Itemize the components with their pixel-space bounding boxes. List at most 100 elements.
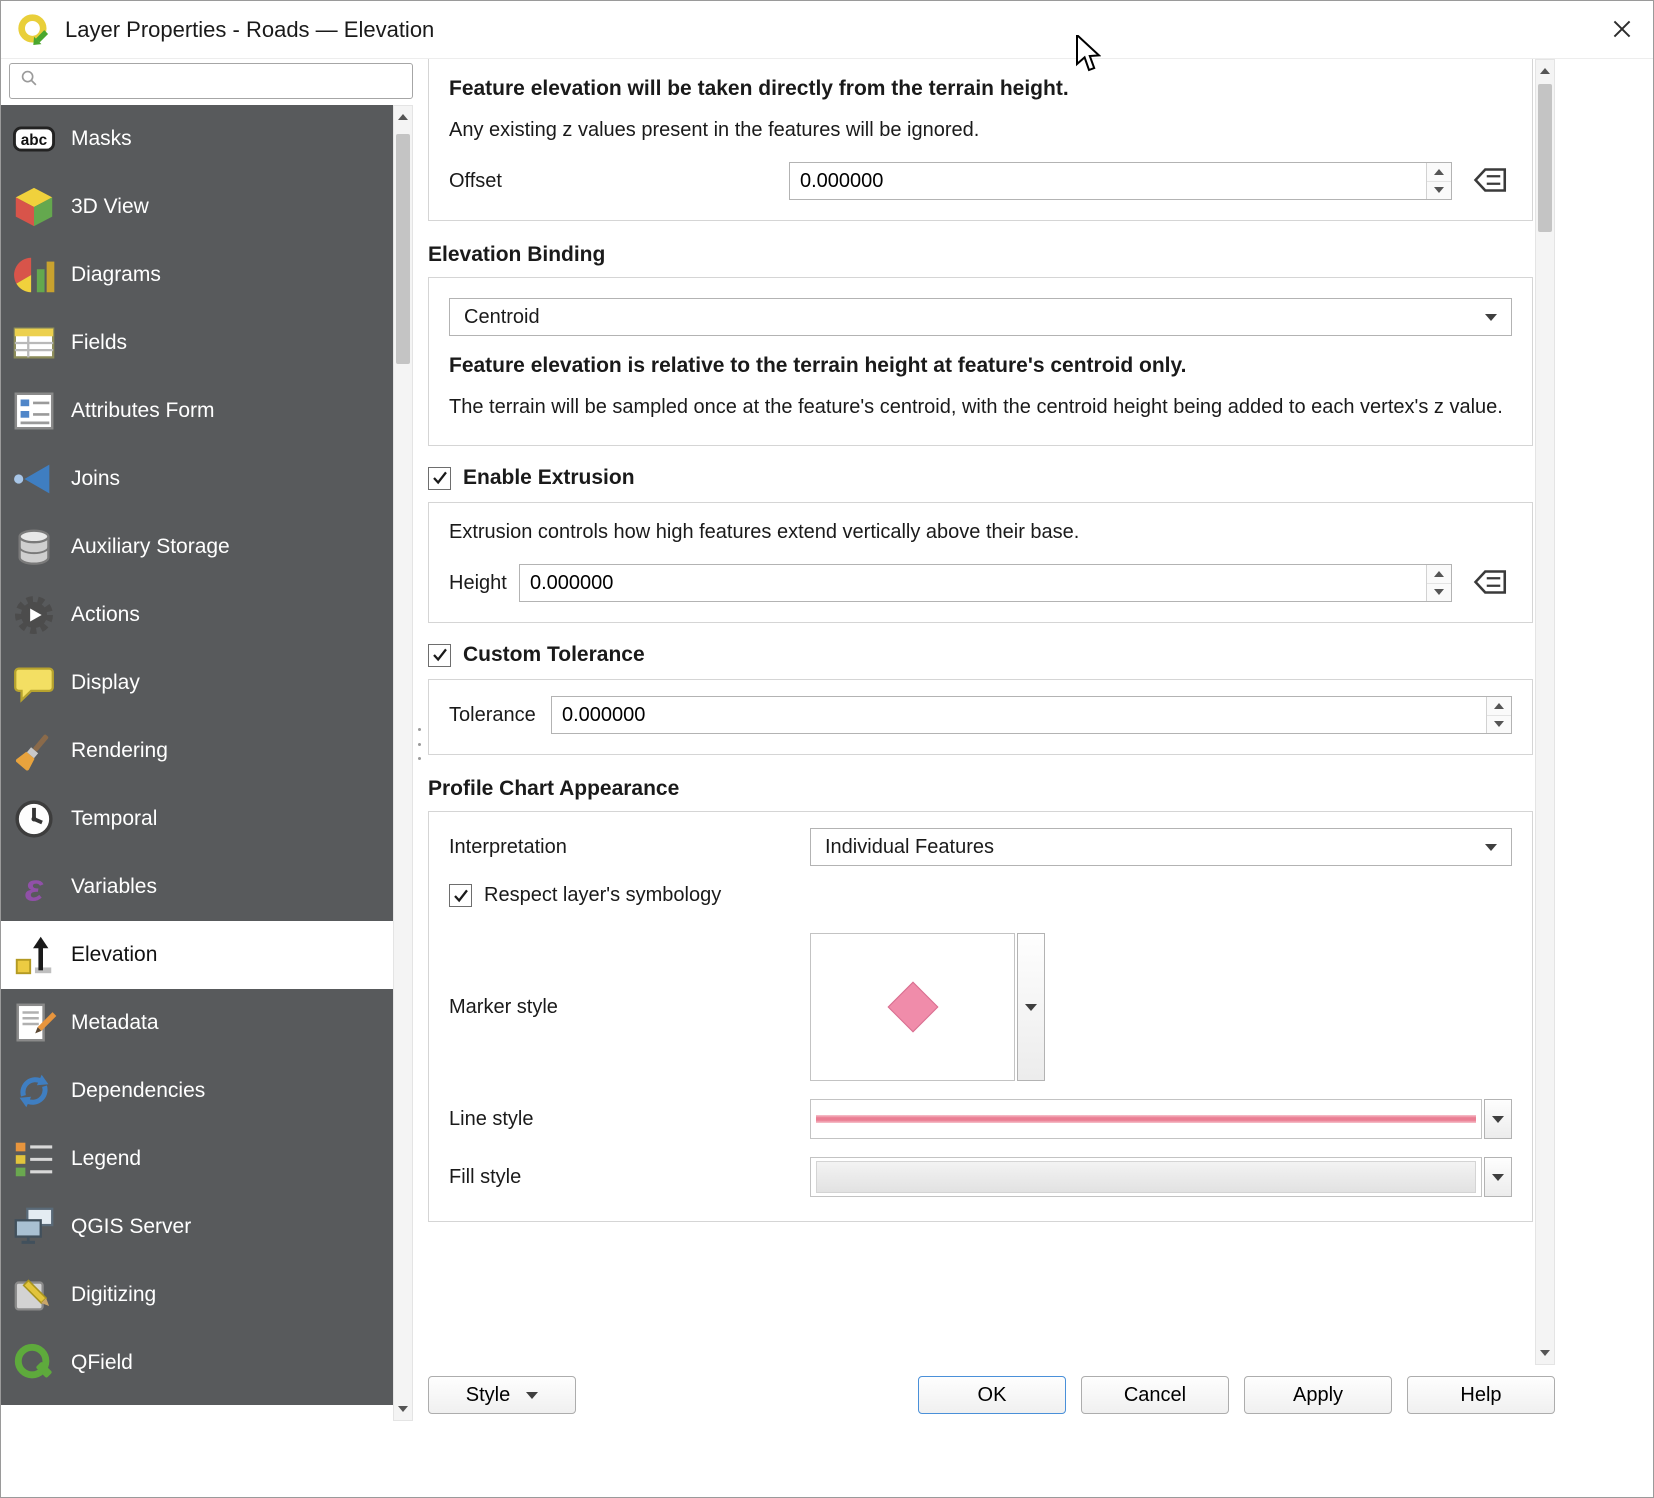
sidebar-item-label: Display xyxy=(71,671,140,695)
line-style-row: Line style xyxy=(449,1099,1512,1139)
sidebar-item-qfield[interactable]: QField xyxy=(1,1329,393,1397)
marker-style-label: Marker style xyxy=(449,996,810,1019)
sidebar-item-label: QGIS Server xyxy=(71,1215,191,1239)
style-menu-button[interactable]: Style xyxy=(428,1376,576,1414)
spin-down-button[interactable] xyxy=(1487,716,1511,734)
sidebar-item-label: Actions xyxy=(71,603,140,627)
height-input[interactable] xyxy=(520,565,1426,601)
content-scrollbar[interactable] xyxy=(1535,59,1555,1365)
offset-input[interactable] xyxy=(790,163,1426,199)
elevation-binding-group: Centroid Feature elevation is relative t… xyxy=(428,277,1533,446)
apply-button-label: Apply xyxy=(1293,1384,1343,1407)
enable-extrusion-checkbox[interactable] xyxy=(428,467,451,490)
titlebar: Layer Properties - Roads — Elevation xyxy=(1,1,1653,59)
offset-override-button[interactable] xyxy=(1466,162,1512,200)
offset-spin-buttons xyxy=(1426,163,1451,199)
interpretation-row: Interpretation Individual Features xyxy=(449,828,1512,866)
sidebar-item-dependencies[interactable]: Dependencies xyxy=(1,1057,393,1125)
line-style-preview[interactable] xyxy=(810,1099,1482,1139)
ok-button-label: OK xyxy=(978,1384,1007,1407)
apply-button[interactable]: Apply xyxy=(1244,1376,1392,1414)
search-input[interactable] xyxy=(40,69,412,94)
sidebar-item-variables[interactable]: ε Variables xyxy=(1,853,393,921)
sidebar-item-display[interactable]: Display xyxy=(1,649,393,717)
offset-row: Offset xyxy=(449,162,1512,200)
window-title: Layer Properties - Roads — Elevation xyxy=(65,17,434,43)
sidebar-scrollbar[interactable] xyxy=(393,105,413,1421)
cancel-button[interactable]: Cancel xyxy=(1081,1376,1229,1414)
sidebar-item-digitizing[interactable]: Digitizing xyxy=(1,1261,393,1329)
spin-down-button[interactable] xyxy=(1427,584,1451,602)
offset-label: Offset xyxy=(449,170,789,193)
tolerance-row: Tolerance xyxy=(449,696,1512,734)
height-override-button[interactable] xyxy=(1466,564,1512,602)
sidebar-item-masks[interactable]: abc Masks xyxy=(1,105,393,173)
scrollbar-thumb[interactable] xyxy=(1538,84,1552,232)
marker-style-preview[interactable] xyxy=(810,933,1015,1081)
scrollbar-thumb[interactable] xyxy=(396,134,410,364)
respect-symbology-checkbox[interactable] xyxy=(449,884,472,907)
spin-up-button[interactable] xyxy=(1427,565,1451,584)
qfield-icon xyxy=(11,1340,57,1386)
sidebar-item-fields[interactable]: Fields xyxy=(1,309,393,377)
sidebar-item-auxiliary-storage[interactable]: Auxiliary Storage xyxy=(1,513,393,581)
height-label: Height xyxy=(449,572,519,595)
extrusion-group: Extrusion controls how high features ext… xyxy=(428,502,1533,623)
terrain-height-group: Feature elevation will be taken directly… xyxy=(428,59,1533,221)
marker-style-dropdown-button[interactable] xyxy=(1017,933,1045,1081)
spin-up-button[interactable] xyxy=(1487,697,1511,716)
sidebar-item-elevation[interactable]: Elevation xyxy=(1,921,393,989)
help-button[interactable]: Help xyxy=(1407,1376,1555,1414)
chevron-down-icon xyxy=(1485,314,1497,321)
svg-text:abc: abc xyxy=(21,132,48,149)
sidebar-item-joins[interactable]: Joins xyxy=(1,445,393,513)
qgis-logo-icon xyxy=(15,11,53,49)
combobox-value: Individual Features xyxy=(825,836,1485,859)
height-spinbox xyxy=(519,564,1452,602)
sidebar-item-label: Variables xyxy=(71,875,157,899)
custom-tolerance-checkbox[interactable] xyxy=(428,644,451,667)
scroll-up-arrow[interactable] xyxy=(394,106,412,128)
close-button[interactable] xyxy=(1603,11,1641,49)
style-button-label: Style xyxy=(466,1384,510,1407)
custom-tolerance-row: Custom Tolerance xyxy=(428,643,1533,667)
sidebar-item-temporal[interactable]: Temporal xyxy=(1,785,393,853)
line-style-dropdown-button[interactable] xyxy=(1484,1099,1512,1139)
height-row: Height xyxy=(449,564,1512,602)
metadata-icon xyxy=(11,1000,57,1046)
sidebar-item-legend[interactable]: Legend xyxy=(1,1125,393,1193)
scroll-down-arrow[interactable] xyxy=(394,1398,412,1420)
sidebar-item-attributes-form[interactable]: Attributes Form xyxy=(1,377,393,445)
sidebar-item-3d-view[interactable]: 3D View xyxy=(1,173,393,241)
elevation-binding-combobox[interactable]: Centroid xyxy=(449,298,1512,336)
fields-icon xyxy=(11,320,57,366)
fill-style-dropdown-button[interactable] xyxy=(1484,1157,1512,1197)
tolerance-input[interactable] xyxy=(552,697,1486,733)
actions-icon xyxy=(11,592,57,638)
sidebar-item-rendering[interactable]: Rendering xyxy=(1,717,393,785)
interpretation-combobox[interactable]: Individual Features xyxy=(810,828,1512,866)
legend-icon xyxy=(11,1136,57,1182)
fill-style-preview[interactable] xyxy=(810,1157,1482,1197)
spin-down-button[interactable] xyxy=(1427,182,1451,200)
layer-properties-dialog: Layer Properties - Roads — Elevation xyxy=(0,0,1654,1498)
scroll-up-arrow[interactable] xyxy=(1536,60,1554,82)
profile-chart-title: Profile Chart Appearance xyxy=(428,777,1533,801)
spin-up-button[interactable] xyxy=(1427,163,1451,182)
sidebar: abc Masks 3D View xyxy=(1,105,393,1405)
tolerance-spinbox xyxy=(551,696,1512,734)
elevation-settings-panel: Feature elevation will be taken directly… xyxy=(414,59,1535,1222)
sidebar-item-metadata[interactable]: Metadata xyxy=(1,989,393,1057)
sidebar-item-actions[interactable]: Actions xyxy=(1,581,393,649)
profile-chart-group: Interpretation Individual Features Respe… xyxy=(428,811,1533,1222)
scroll-down-arrow[interactable] xyxy=(1536,1342,1554,1364)
combobox-value: Centroid xyxy=(464,306,1485,329)
respect-symbology-row: Respect layer's symbology xyxy=(449,884,1512,907)
sidebar-item-label: Metadata xyxy=(71,1011,159,1035)
sidebar-item-diagrams[interactable]: Diagrams xyxy=(1,241,393,309)
sidebar-item-qgis-server[interactable]: QGIS Server xyxy=(1,1193,393,1261)
sidebar-item-label: Diagrams xyxy=(71,263,161,287)
ok-button[interactable]: OK xyxy=(918,1376,1066,1414)
qgis-server-icon xyxy=(11,1204,57,1250)
data-defined-override-icon xyxy=(1468,564,1510,603)
